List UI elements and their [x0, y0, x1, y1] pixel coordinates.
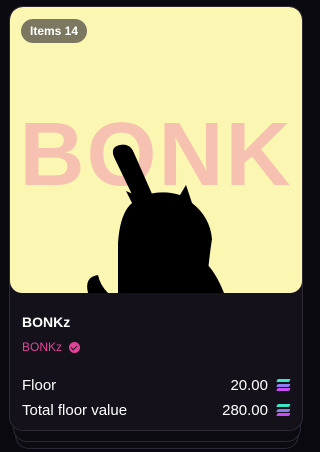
artwork-image: BONK: [20, 105, 293, 293]
total-floor-value: 280.00: [222, 401, 268, 419]
creator[interactable]: BONKz: [22, 340, 81, 354]
floor-row: Floor 20.00: [22, 374, 291, 396]
total-floor-value-group: 280.00: [222, 401, 291, 419]
solana-icon: [276, 404, 291, 416]
floor-label: Floor: [22, 376, 57, 394]
items-count-badge: Items 14: [21, 19, 88, 43]
total-floor-value-label: Total floor value: [22, 401, 128, 419]
creator-name[interactable]: BONKz: [22, 340, 62, 354]
collection-name[interactable]: BONKz: [22, 314, 70, 330]
verified-icon: [69, 341, 81, 353]
artwork-bonk-text: BONK: [20, 105, 293, 205]
floor-value-group: 20.00: [230, 376, 291, 394]
floor-value: 20.00: [230, 376, 268, 394]
collection-artwork[interactable]: BONK Items 14: [10, 7, 302, 293]
nft-collection-card[interactable]: BONK Items 14 BONKz BONKz Floor 20.00 To…: [9, 6, 303, 431]
solana-icon: [276, 379, 291, 391]
total-floor-value-row: Total floor value 280.00: [22, 399, 291, 421]
